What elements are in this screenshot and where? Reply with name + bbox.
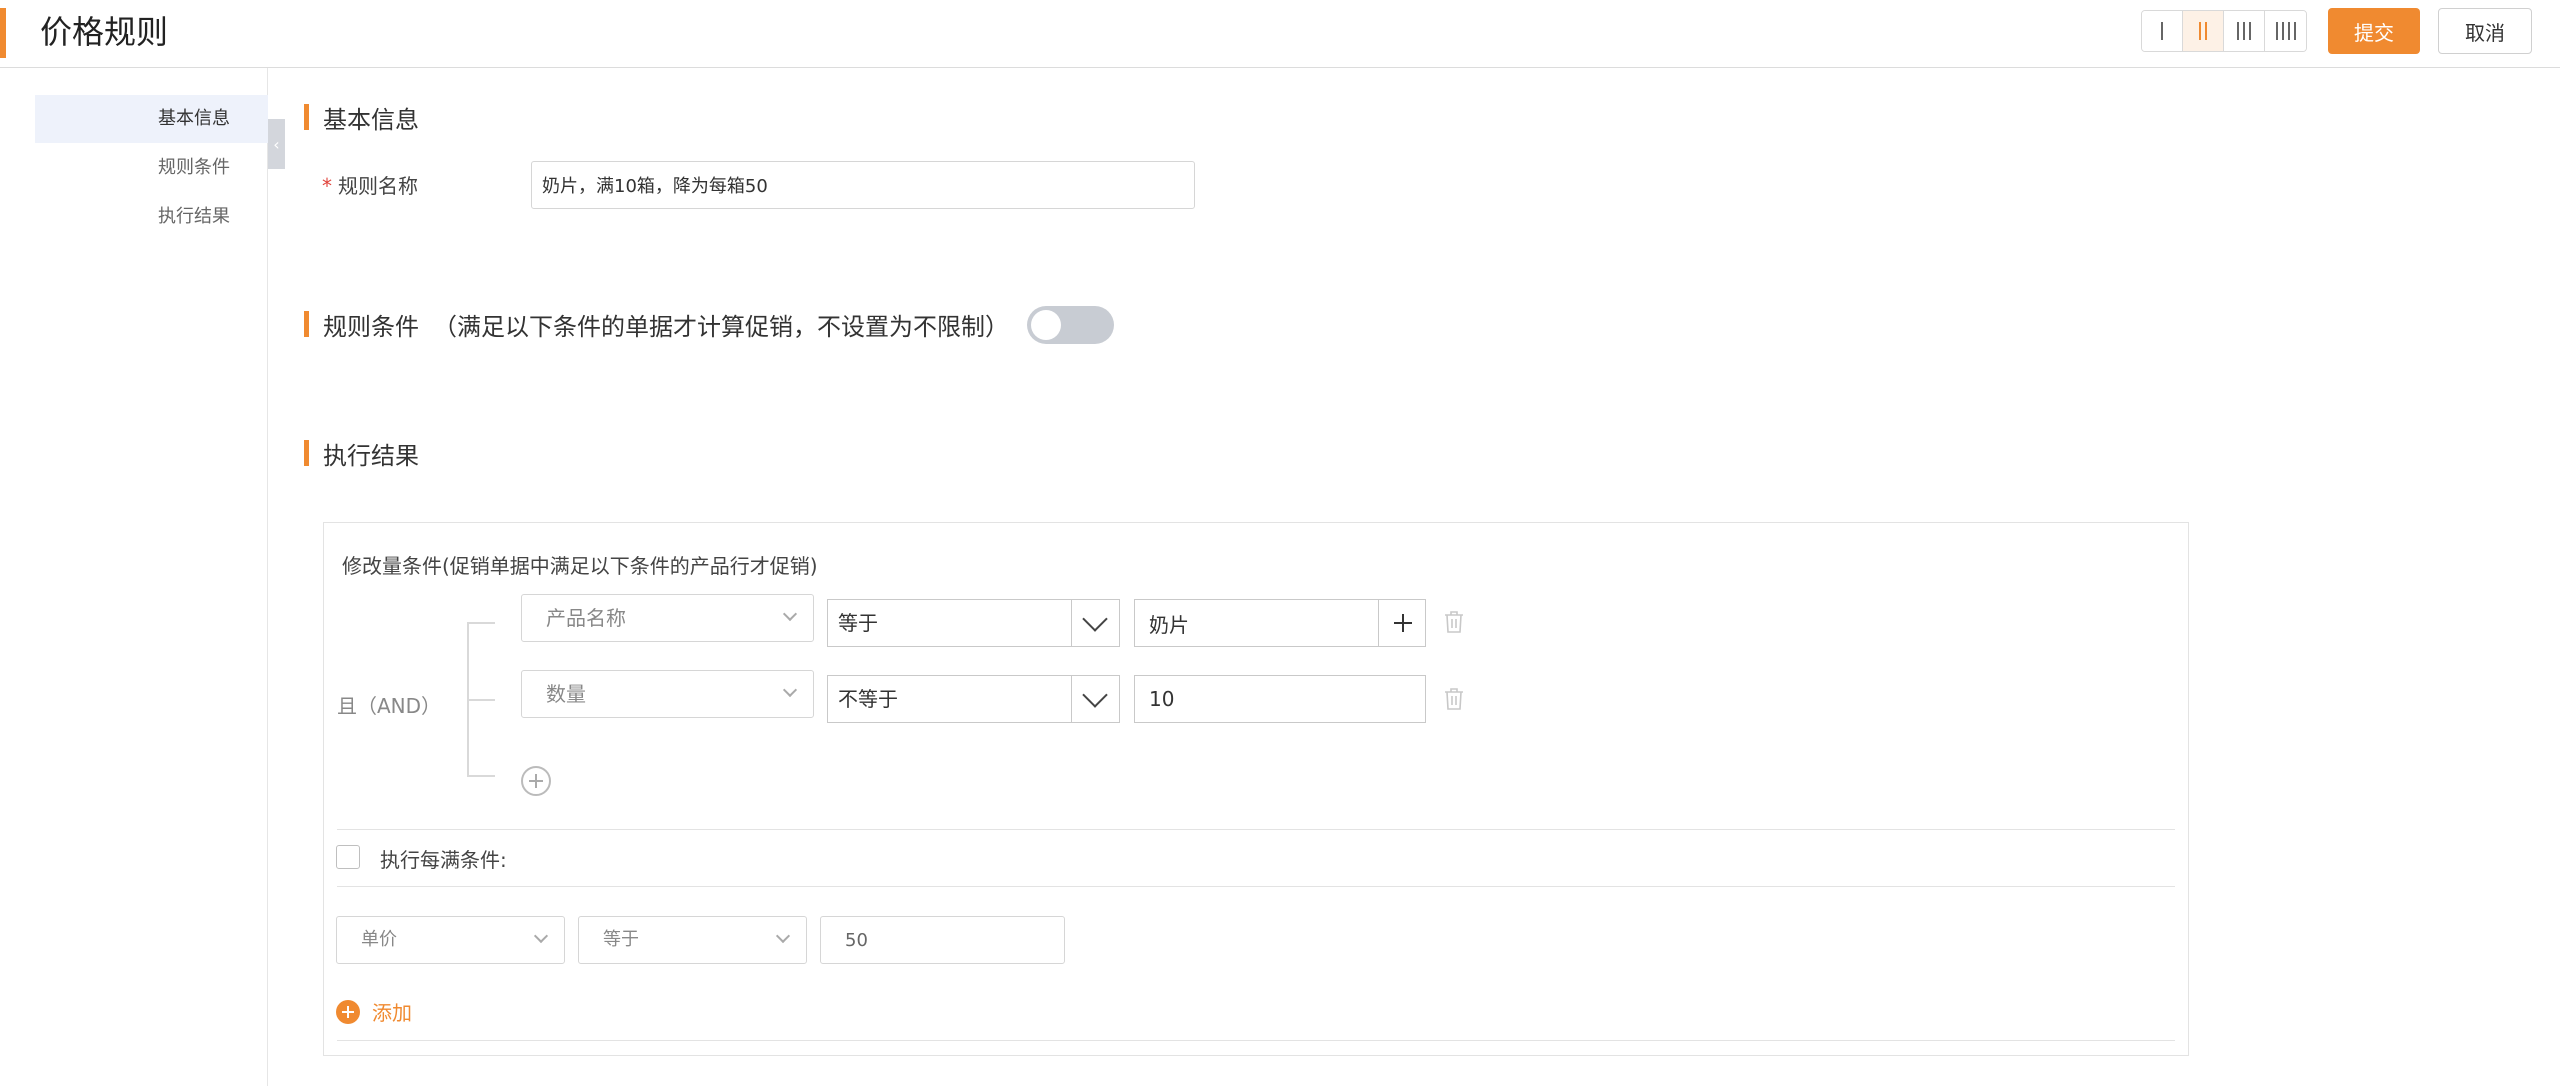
two-bars-icon bbox=[2199, 22, 2207, 40]
trash-icon[interactable] bbox=[1443, 687, 1465, 711]
one-bar-icon bbox=[2161, 22, 2163, 40]
section-header-basic-info: 基本信息 bbox=[304, 103, 419, 134]
chevron-down-icon bbox=[533, 928, 549, 944]
page-title: 价格规则 bbox=[40, 13, 169, 51]
chevron-down-icon bbox=[782, 606, 798, 622]
section-note: （满足以下条件的单据才计算促销，不设置为不限制） bbox=[433, 312, 1009, 341]
action-field-select[interactable]: 单价 bbox=[336, 916, 565, 964]
section-accent-bar bbox=[304, 311, 309, 337]
divider bbox=[337, 1040, 2175, 1041]
sidenav-item-rule-conditions[interactable]: 规则条件 bbox=[35, 144, 268, 192]
condition-field-select[interactable]: 数量 bbox=[521, 670, 814, 718]
condition-value-input[interactable] bbox=[1134, 675, 1426, 723]
four-bars-icon bbox=[2275, 22, 2296, 40]
rule-name-input[interactable] bbox=[531, 161, 1195, 209]
action-value-input[interactable] bbox=[820, 916, 1065, 964]
condition-operator-select[interactable]: 等于 bbox=[827, 599, 1120, 647]
condition-tree-branch bbox=[467, 775, 495, 777]
chevron-down-icon bbox=[1071, 676, 1119, 722]
condition-tree-branch bbox=[467, 622, 495, 624]
action-operator-select[interactable]: 等于 bbox=[578, 916, 807, 964]
add-action-label: 添加 bbox=[372, 1001, 412, 1025]
rule-name-label: * 规则名称 bbox=[322, 174, 418, 198]
divider bbox=[337, 829, 2175, 830]
required-asterisk: * bbox=[322, 174, 332, 198]
chevron-down-icon bbox=[1071, 600, 1119, 646]
add-value-button[interactable] bbox=[1378, 599, 1426, 647]
chevron-down-icon bbox=[782, 682, 798, 698]
title-accent-bar bbox=[0, 8, 6, 58]
section-header-execution-result: 执行结果 bbox=[304, 439, 419, 470]
section-accent-bar bbox=[304, 440, 309, 466]
condition-field-select[interactable]: 产品名称 bbox=[521, 594, 814, 642]
sidenav-item-basic-info[interactable]: 基本信息 bbox=[35, 95, 268, 143]
result-panel-title: 修改量条件(促销单据中满足以下条件的产品行才促销) bbox=[342, 554, 818, 578]
logic-operator-label[interactable]: 且（AND） bbox=[337, 690, 441, 719]
rule-conditions-toggle[interactable] bbox=[1027, 306, 1114, 344]
chevron-down-icon bbox=[775, 928, 791, 944]
three-bars-icon bbox=[2237, 22, 2251, 40]
section-title: 执行结果 bbox=[323, 441, 419, 470]
trash-icon[interactable] bbox=[1443, 610, 1465, 634]
every-full-label: 执行每满条件: bbox=[380, 848, 507, 872]
divider bbox=[337, 886, 2175, 887]
section-header-rule-conditions: 规则条件 （满足以下条件的单据才计算促销，不设置为不限制） bbox=[304, 310, 1009, 341]
layout-4-column-button[interactable] bbox=[2265, 11, 2306, 51]
column-layout-switcher bbox=[2141, 10, 2307, 52]
layout-2-column-button[interactable] bbox=[2183, 11, 2224, 51]
plus-circle-icon bbox=[336, 999, 360, 1024]
section-accent-bar bbox=[304, 104, 309, 130]
condition-tree-branch bbox=[467, 699, 495, 701]
every-full-checkbox[interactable] bbox=[336, 845, 360, 869]
section-title: 基本信息 bbox=[323, 105, 419, 134]
submit-button[interactable]: 提交 bbox=[2328, 8, 2420, 54]
condition-value-input[interactable] bbox=[1134, 599, 1379, 647]
chevron-left-icon: ‹ bbox=[273, 134, 280, 154]
add-action-button[interactable]: 添加 bbox=[336, 997, 412, 1026]
section-sidenav: 基本信息 规则条件 执行结果 bbox=[0, 68, 268, 1086]
layout-3-column-button[interactable] bbox=[2224, 11, 2265, 51]
section-title: 规则条件 bbox=[323, 312, 419, 341]
add-condition-icon[interactable] bbox=[521, 766, 551, 796]
layout-1-column-button[interactable] bbox=[2142, 11, 2183, 51]
page-header: 价格规则 提交 取消 bbox=[0, 0, 2560, 68]
condition-operator-select[interactable]: 不等于 bbox=[827, 675, 1120, 723]
toggle-knob bbox=[1031, 310, 1061, 340]
sidenav-item-execution-result[interactable]: 执行结果 bbox=[35, 193, 268, 241]
cancel-button[interactable]: 取消 bbox=[2438, 8, 2532, 54]
sidenav-collapse-handle[interactable]: ‹ bbox=[268, 119, 285, 169]
